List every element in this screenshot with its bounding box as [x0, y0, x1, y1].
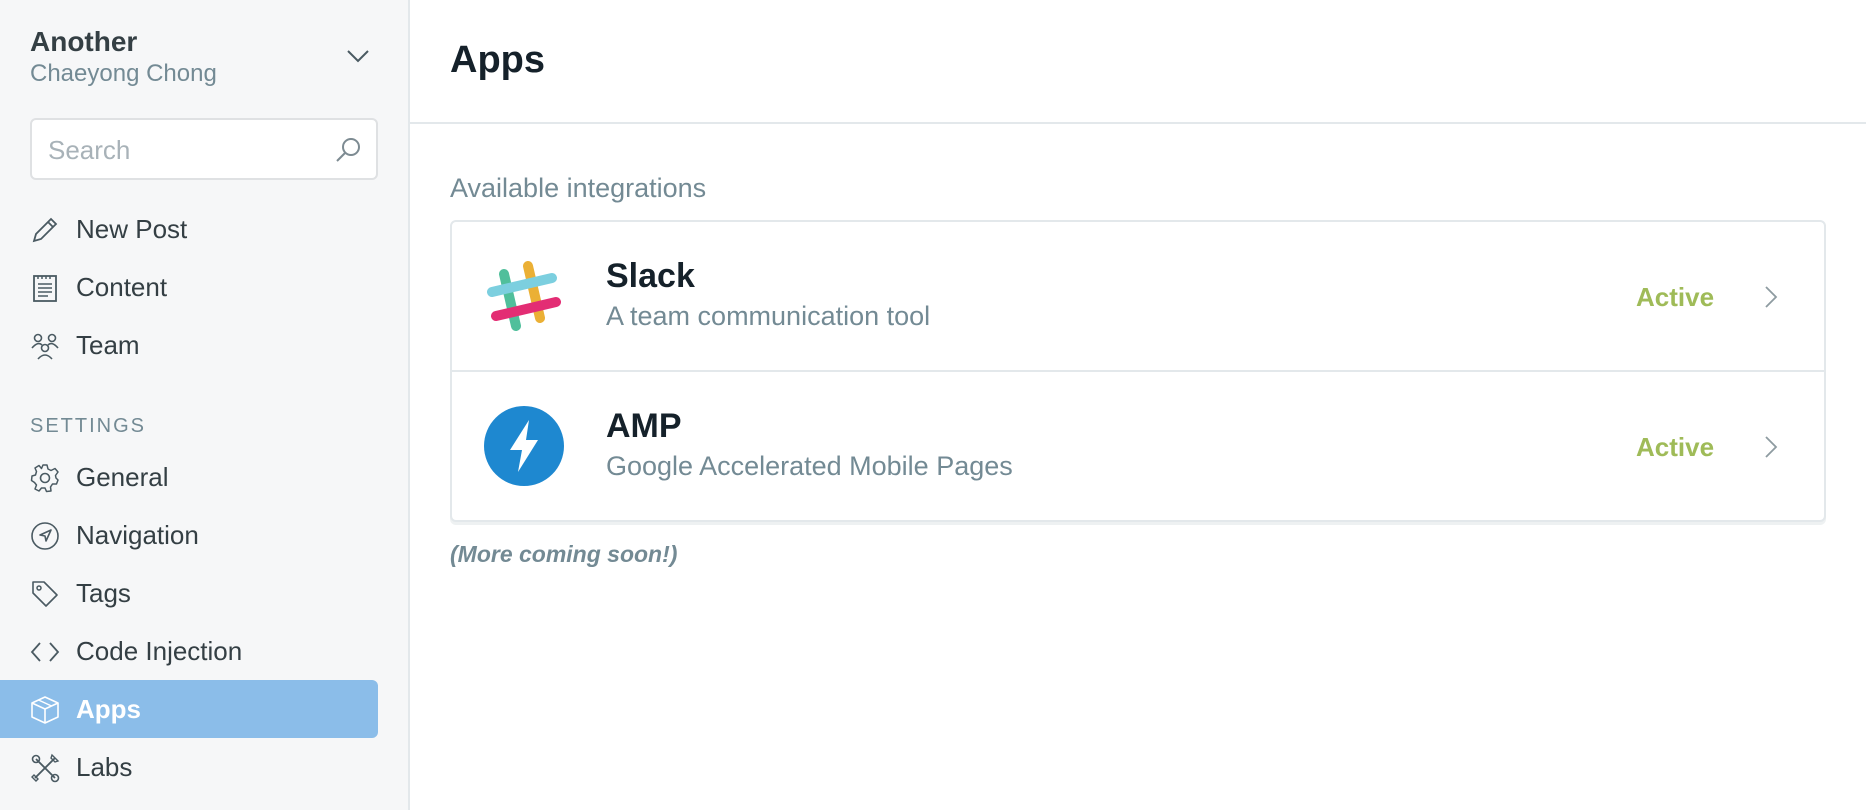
status-badge: Active — [1636, 432, 1715, 462]
app-row-amp[interactable]: AMP Google Accelerated Mobile Pages Acti… — [452, 372, 1824, 522]
sidebar-item-team[interactable]: Team — [0, 316, 378, 374]
sidebar-item-labs[interactable]: Labs — [0, 738, 378, 796]
document-icon — [33, 275, 57, 302]
slack-logo-icon — [487, 261, 561, 331]
sidebar-item-label: New Post — [76, 214, 188, 244]
sidebar-item-new-post[interactable]: New Post — [0, 200, 378, 258]
blog-switcher[interactable]: Another Chaeyong Chong — [30, 26, 382, 90]
sidebar: Another Chaeyong Chong New Post — [0, 0, 410, 810]
blog-user-name: Chaeyong Chong — [30, 60, 217, 87]
tag-icon — [32, 581, 58, 607]
search-box[interactable] — [30, 118, 378, 180]
main-content: Apps Available integrations Slack A team… — [410, 0, 1866, 810]
tools-icon — [31, 753, 60, 783]
sidebar-item-apps[interactable]: Apps — [0, 680, 378, 738]
code-icon — [30, 642, 60, 662]
chevron-right-icon — [1765, 436, 1778, 458]
sidebar-item-label: Navigation — [76, 520, 199, 550]
pencil-icon — [32, 217, 58, 243]
compass-icon — [31, 522, 59, 550]
app-row-slack[interactable]: Slack A team communication tool Active — [452, 222, 1824, 372]
sidebar-item-label: Content — [76, 272, 168, 302]
page-header: Apps — [410, 0, 1866, 124]
box-icon — [31, 696, 59, 724]
sidebar-item-general[interactable]: General — [0, 448, 378, 506]
chevron-down-icon[interactable] — [346, 48, 370, 64]
blog-title: Another — [30, 26, 138, 57]
sidebar-item-code-injection[interactable]: Code Injection — [0, 622, 378, 680]
sidebar-item-navigation[interactable]: Navigation — [0, 506, 378, 564]
sidebar-item-label: Tags — [76, 578, 131, 608]
integrations-list: Slack A team communication tool Active A… — [450, 220, 1826, 522]
sidebar-item-tags[interactable]: Tags — [0, 564, 378, 622]
search-input[interactable] — [48, 132, 318, 168]
more-coming-note: (More coming soon!) — [450, 541, 678, 567]
gear-icon — [30, 464, 59, 493]
app-name: AMP — [606, 407, 682, 445]
sidebar-item-label: Team — [76, 330, 140, 360]
team-icon — [31, 333, 59, 360]
chevron-right-icon — [1765, 286, 1778, 308]
sidebar-item-label: Apps — [76, 694, 141, 724]
search-icon[interactable] — [334, 136, 362, 164]
app-name: Slack — [606, 257, 695, 295]
app-description: A team communication tool — [606, 301, 931, 331]
sidebar-item-label: Labs — [76, 752, 133, 782]
page-title: Apps — [450, 39, 545, 81]
sidebar-item-label: Code Injection — [76, 636, 243, 666]
sidebar-item-content[interactable]: Content — [0, 258, 378, 316]
settings-heading: SETTINGS — [30, 415, 147, 437]
amp-logo-icon — [484, 406, 564, 486]
sidebar-item-label: General — [76, 462, 169, 492]
status-badge: Active — [1636, 282, 1715, 312]
section-label: Available integrations — [450, 173, 707, 203]
app-description: Google Accelerated Mobile Pages — [606, 451, 1013, 481]
